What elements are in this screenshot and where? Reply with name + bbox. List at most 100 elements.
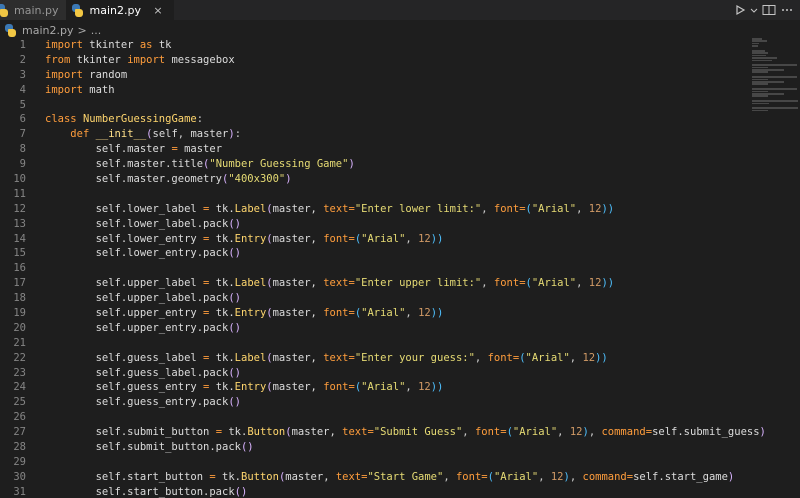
code-token: from — [45, 53, 77, 66]
code-line[interactable]: 28 self.submit_button.pack() — [0, 440, 748, 455]
code-token: 12 — [582, 351, 596, 364]
code-token: Entry — [234, 232, 267, 245]
code-line[interactable]: 15 self.lower_entry.pack() — [0, 246, 748, 261]
code-line[interactable]: 22 self.guess_label = tk.Label(master, t… — [0, 351, 748, 366]
code-token: master, — [272, 202, 324, 215]
code-line[interactable]: 2 from tkinter import messagebox — [0, 53, 748, 68]
code-line[interactable]: 13 self.lower_label.pack() — [0, 217, 748, 232]
code-token: 12 — [418, 232, 431, 245]
code-token: 12 — [550, 470, 564, 483]
code-line[interactable]: 30 self.start_button = tk.Button(master,… — [0, 470, 748, 485]
code-line[interactable]: 14 self.lower_entry = tk.Entry(master, f… — [0, 232, 748, 247]
line-number: 17 — [13, 277, 26, 290]
code-token: "Arial" — [531, 277, 577, 290]
chevron-down-icon[interactable] — [750, 4, 758, 16]
code-line[interactable]: 12 self.lower_label = tk.Label(master, t… — [0, 202, 748, 217]
code-token: font — [493, 277, 520, 290]
code-token: = — [203, 202, 216, 215]
code-line[interactable]: 6 class NumberGuessingGame: — [0, 112, 748, 127]
code-text: self.submit_button = tk.Button(master, t… — [26, 425, 766, 440]
code-token: master, — [291, 426, 343, 439]
code-line[interactable]: 16 — [0, 261, 748, 276]
code-line[interactable]: 29 — [0, 455, 748, 470]
code-text: def __init__(self, master): — [26, 127, 241, 142]
code-line[interactable]: 19 self.upper_entry = tk.Entry(master, f… — [0, 306, 748, 321]
code-token: () — [228, 217, 241, 230]
code-text: self.master = master — [26, 142, 222, 157]
code-token: = — [203, 351, 216, 364]
line-number: 1 — [19, 39, 26, 51]
code-token: () — [228, 247, 241, 260]
code-token: master — [190, 128, 229, 141]
code-line[interactable]: 10 self.master.geometry("400x300") — [0, 172, 748, 187]
code-line[interactable]: 21 — [0, 336, 748, 351]
line-number: 10 — [13, 173, 26, 186]
tab-label: main.py — [14, 3, 59, 17]
code-text: self.master.title("Number Guessing Game"… — [26, 157, 355, 172]
line-number: 27 — [13, 426, 26, 439]
ellipsis-icon[interactable] — [780, 4, 794, 16]
code-line[interactable]: 20 self.upper_entry.pack() — [0, 321, 748, 336]
breadcrumb-file[interactable]: main2.py — [22, 24, 73, 37]
code-line[interactable]: 1 import tkinter as tk — [0, 38, 748, 53]
code-token: , — [576, 202, 589, 215]
code-token: font — [455, 470, 482, 483]
code-line[interactable]: 11 — [0, 187, 748, 202]
code-token: self.lower_entry.pack — [45, 247, 229, 260]
code-token: , — [569, 351, 583, 364]
code-line[interactable]: 18 self.upper_label.pack() — [0, 291, 748, 306]
code-line[interactable]: 9 self.master.title("Number Guessing Gam… — [0, 157, 748, 172]
code-line[interactable]: 17 self.upper_label = tk.Label(master, t… — [0, 276, 748, 291]
split-editor-icon[interactable] — [762, 4, 776, 16]
code-line[interactable]: 3 import random — [0, 68, 748, 83]
play-icon[interactable] — [734, 4, 746, 16]
code-token: "Arial" — [493, 470, 539, 483]
minimap[interactable] — [752, 38, 800, 118]
code-token: 12 — [588, 202, 602, 215]
code-line[interactable]: 25 self.guess_entry.pack() — [0, 395, 748, 410]
tab-main2-py[interactable]: main2.py × — [67, 0, 174, 20]
code-text: self.lower_entry = tk.Entry(master, font… — [26, 232, 444, 247]
code-token: tkinter — [76, 53, 128, 66]
code-token: , — [538, 470, 551, 483]
code-line[interactable]: 27 self.submit_button = tk.Button(master… — [0, 425, 766, 440]
code-line[interactable]: 4 import math — [0, 83, 748, 98]
minimap-line — [752, 49, 765, 52]
code-token: "Arial" — [361, 232, 406, 245]
code-token: () — [228, 366, 241, 379]
code-token: 12 — [418, 381, 431, 394]
code-line[interactable]: 23 self.guess_label.pack() — [0, 366, 748, 381]
minimap-line — [752, 71, 768, 74]
code-editor[interactable]: 1 import tkinter as tk 2 from tkinter impor… — [0, 38, 766, 498]
minimap-line — [752, 81, 784, 83]
code-token: "Arial" — [361, 381, 406, 394]
line-number: 15 — [13, 247, 26, 260]
code-token: = — [203, 232, 216, 245]
line-number: 13 — [13, 217, 26, 230]
code-token: master, — [272, 381, 324, 394]
code-line[interactable]: 8 self.master = master — [0, 142, 748, 157]
minimap-line — [752, 45, 758, 47]
code-line[interactable]: 31 self.start_button.pack() — [0, 485, 748, 498]
code-token: random — [89, 68, 128, 81]
python-icon — [71, 4, 84, 17]
line-number: 22 — [13, 351, 26, 364]
close-icon[interactable]: × — [151, 4, 165, 17]
python-icon — [0, 3, 9, 17]
line-number: 12 — [13, 202, 26, 215]
line-number: 18 — [13, 292, 26, 305]
code-text: import random — [26, 68, 127, 83]
code-text: self.start_button.pack() — [26, 485, 248, 498]
line-number: 7 — [19, 128, 26, 141]
code-line[interactable]: 5 — [0, 98, 748, 113]
tab-main-py[interactable]: main.py — [0, 0, 68, 20]
code-token: 12 — [418, 307, 431, 320]
code-line[interactable]: 24 self.guess_entry = tk.Entry(master, f… — [0, 380, 748, 395]
code-token: tk — [158, 39, 172, 51]
code-line[interactable]: 7 def __init__(self, master): — [0, 127, 748, 142]
code-token: Button — [241, 470, 279, 483]
breadcrumb-more[interactable]: ... — [91, 24, 102, 37]
code-line[interactable]: 26 — [0, 410, 748, 425]
